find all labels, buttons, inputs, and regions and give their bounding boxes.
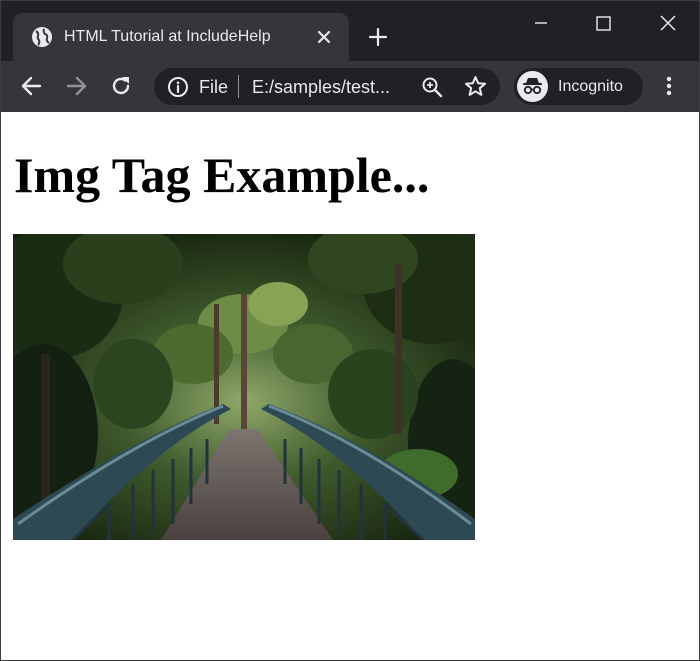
minimize-icon[interactable] [518, 7, 564, 39]
forward-arrow-icon[interactable] [63, 73, 89, 99]
incognito-label: Incognito [558, 78, 623, 95]
photo-forest-bridge [13, 234, 475, 540]
info-icon[interactable] [167, 76, 189, 98]
address-separator [238, 75, 239, 98]
toolbar: File E:/samples/test... Incognito [1, 61, 699, 112]
incognito-profile-button[interactable]: Incognito [514, 68, 643, 105]
close-icon[interactable] [315, 28, 333, 46]
plus-icon[interactable] [367, 26, 389, 48]
reload-icon[interactable] [108, 73, 134, 99]
kebab-menu-icon[interactable] [658, 73, 680, 99]
close-icon[interactable] [644, 7, 690, 39]
page-heading: Img Tag Example... [14, 147, 430, 203]
globe-icon [32, 27, 52, 47]
tab-title: HTML Tutorial at IncludeHelp [64, 28, 271, 45]
page-viewport: Img Tag Example... [1, 112, 699, 660]
avatar [517, 71, 548, 102]
tab-active[interactable]: HTML Tutorial at IncludeHelp [13, 13, 349, 61]
zoom-in-icon[interactable] [420, 75, 444, 99]
address-url[interactable]: E:/samples/test... [252, 76, 390, 98]
address-bar[interactable]: File E:/samples/test... [154, 68, 500, 105]
maximize-icon[interactable] [580, 7, 626, 39]
incognito-icon [523, 78, 542, 95]
tab-strip: HTML Tutorial at IncludeHelp [1, 1, 699, 61]
browser-window: HTML Tutorial at IncludeHelp File E:/sam… [0, 0, 700, 661]
star-icon[interactable] [463, 74, 488, 99]
back-arrow-icon[interactable] [19, 73, 45, 99]
address-scheme-label: File [199, 77, 229, 97]
